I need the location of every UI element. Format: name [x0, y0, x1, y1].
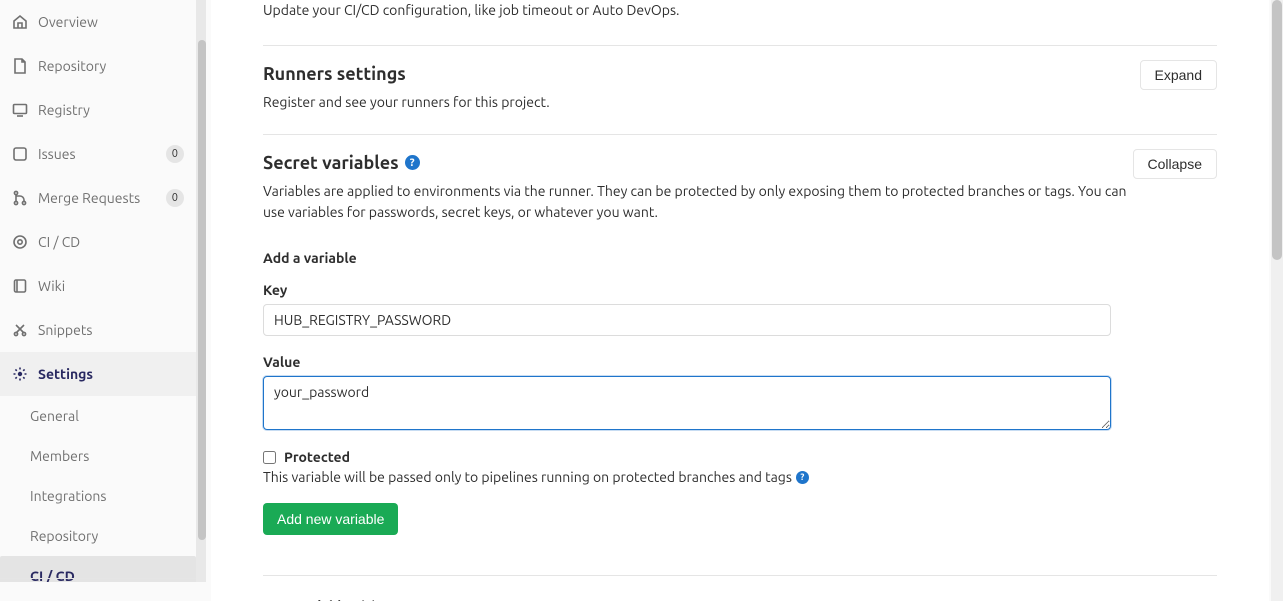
help-icon[interactable]: ? — [405, 155, 420, 170]
runners-desc: Register and see your runners for this p… — [263, 92, 1133, 114]
secrets-title-text: Secret variables — [263, 153, 399, 173]
sidebar-item-snippets[interactable]: Snippets — [0, 308, 196, 352]
sidebar-item-wiki[interactable]: Wiki — [0, 264, 196, 308]
runners-title: Runners settings — [263, 64, 406, 84]
sidebar-item-repository[interactable]: Repository — [0, 44, 196, 88]
sidebar-item-issues[interactable]: Issues 0 — [0, 132, 196, 176]
sidebar-item-merge-requests[interactable]: Merge Requests 0 — [0, 176, 196, 220]
sidebar-scrollbar[interactable] — [195, 0, 206, 582]
sidebar-divider — [0, 578, 196, 579]
sidebar-item-registry[interactable]: Registry — [0, 88, 196, 132]
sidebar-item-label: Settings — [38, 366, 184, 382]
book-icon — [12, 278, 28, 294]
sidebar-item-label: Merge Requests — [38, 190, 166, 206]
sidebar-item-label: Overview — [38, 14, 184, 30]
sidebar-item-settings[interactable]: Settings — [0, 352, 196, 396]
gear-icon — [12, 366, 28, 382]
sidebar-sub-repository[interactable]: Repository — [0, 516, 196, 556]
sidebar: Overview Repository Registry Issues 0 Me… — [0, 0, 196, 582]
scissors-icon — [12, 322, 28, 338]
sidebar-item-overview[interactable]: Overview — [0, 0, 196, 44]
sidebar-item-label: Snippets — [38, 322, 184, 338]
sidebar-item-label: Issues — [38, 146, 166, 162]
sidebar-sub-members[interactable]: Members — [0, 436, 196, 476]
add-variable-form: Add a variable Key Value your_password P… — [263, 250, 1217, 535]
scrollbar-thumb[interactable] — [1272, 0, 1282, 260]
sidebar-item-label: Wiki — [38, 278, 184, 294]
sidebar-item-cicd[interactable]: CI / CD — [0, 220, 196, 264]
protected-checkbox[interactable] — [263, 451, 276, 464]
main-scrollbar[interactable] — [1271, 0, 1283, 601]
runners-section: Runners settings Expand Register and see… — [263, 45, 1217, 134]
add-variable-button[interactable]: Add new variable — [263, 503, 398, 535]
sidebar-sub-general[interactable]: General — [0, 396, 196, 436]
cicd-icon — [12, 234, 28, 250]
protected-row: Protected — [263, 449, 1217, 465]
help-icon[interactable]: ? — [796, 471, 809, 484]
sidebar-item-label: Repository — [38, 58, 184, 74]
value-label: Value — [263, 354, 1217, 370]
your-variables-heading: Your variables (3) — [263, 575, 1217, 601]
issues-badge: 0 — [166, 145, 184, 163]
sidebar-item-label: Registry — [38, 102, 184, 118]
main-content: Update your CI/CD configuration, like jo… — [211, 0, 1269, 601]
value-textarea[interactable]: your_password — [263, 376, 1111, 430]
general-pipelines-desc: Update your CI/CD configuration, like jo… — [263, 0, 1217, 21]
secrets-collapse-button[interactable]: Collapse — [1133, 149, 1217, 179]
scrollbar-thumb[interactable] — [198, 40, 206, 540]
sidebar-sub-integrations[interactable]: Integrations — [0, 476, 196, 516]
monitor-icon — [12, 102, 28, 118]
secret-variables-section: Secret variables ? Collapse Variables ar… — [263, 134, 1217, 601]
key-input[interactable] — [263, 304, 1111, 336]
secrets-desc: Variables are applied to environments vi… — [263, 181, 1133, 224]
runners-expand-button[interactable]: Expand — [1140, 60, 1217, 90]
merge-icon — [12, 190, 28, 206]
protected-hint-text: This variable will be passed only to pip… — [263, 469, 792, 485]
protected-label: Protected — [284, 449, 350, 465]
protected-hint: This variable will be passed only to pip… — [263, 469, 1217, 485]
key-label: Key — [263, 282, 1217, 298]
merge-badge: 0 — [166, 189, 184, 207]
issues-icon — [12, 146, 28, 162]
file-icon — [12, 58, 28, 74]
add-variable-heading: Add a variable — [263, 250, 1217, 266]
home-icon — [12, 14, 28, 30]
sidebar-item-label: CI / CD — [38, 234, 184, 250]
secrets-title: Secret variables ? — [263, 153, 420, 173]
